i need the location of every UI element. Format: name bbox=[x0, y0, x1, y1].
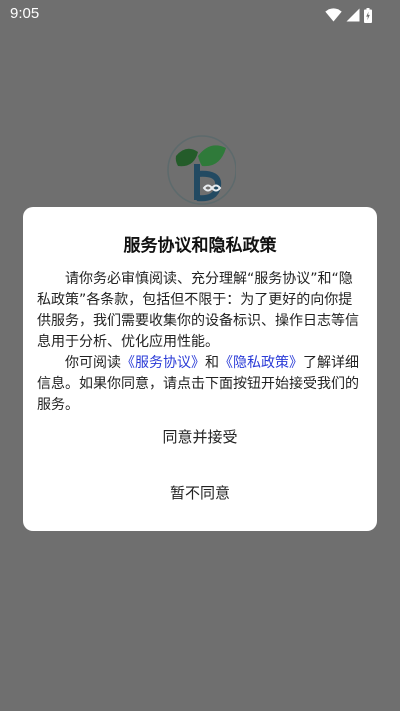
status-icons bbox=[325, 7, 372, 23]
privacy-policy-link[interactable]: 《隐私政策》 bbox=[219, 355, 303, 371]
app-logo-leaf-icon bbox=[164, 134, 237, 206]
status-bar: 9:05 bbox=[0, 0, 400, 30]
service-agreement-link[interactable]: 《服务协议》 bbox=[121, 355, 205, 371]
accept-button[interactable]: 同意并接受 bbox=[23, 423, 377, 451]
status-time: 9:05 bbox=[10, 5, 40, 22]
wifi-icon bbox=[325, 8, 342, 22]
and-text: 和 bbox=[205, 355, 219, 371]
dialog-title: 服务协议和隐私政策 bbox=[123, 236, 277, 256]
battery-icon bbox=[364, 7, 372, 23]
dialog-paragraph-2: 你可阅读《服务协议》和《隐私政策》了解详细信息。如果你同意，请点击下面按钮开始接… bbox=[37, 353, 363, 416]
dialog-paragraph-1: 请你务必审慎阅读、充分理解“服务协议”和“隐私政策”各条款，包括但不限于：为了更… bbox=[37, 271, 359, 350]
decline-button[interactable]: 暂不同意 bbox=[23, 479, 377, 507]
dialog-body: 请你务必审慎阅读、充分理解“服务协议”和“隐私政策”各条款，包括但不限于：为了更… bbox=[37, 269, 363, 416]
paragraph-2-prefix: 你可阅读 bbox=[65, 355, 121, 371]
privacy-dialog: 服务协议和隐私政策 请你务必审慎阅读、充分理解“服务协议”和“隐私政策”各条款，… bbox=[23, 207, 377, 531]
cellular-signal-icon bbox=[346, 8, 360, 22]
